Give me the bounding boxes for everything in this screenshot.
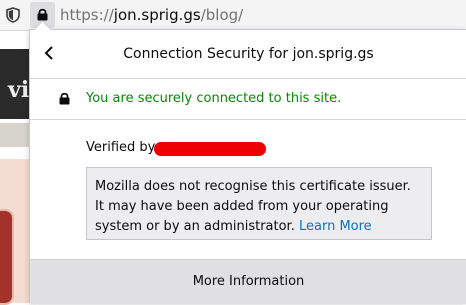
background-strip [0, 123, 30, 147]
url-host: jon.sprig.gs [113, 6, 201, 24]
url-path: /blog/ [200, 6, 244, 24]
panel-header: Connection Security for jon.sprig.gs [30, 30, 466, 78]
background-artwork [0, 209, 14, 305]
url-prefix: https:// [60, 6, 114, 24]
panel-title: Connection Security for jon.sprig.gs [123, 46, 374, 62]
url-bar[interactable]: https://jon.sprig.gs/blog/ [0, 0, 466, 31]
certificate-notice: Mozilla does not recognise this certific… [86, 167, 432, 240]
more-information-label: More Information [192, 274, 305, 289]
secure-connection-row: You are securely connected to this site. [30, 79, 466, 119]
url-text[interactable]: https://jon.sprig.gs/blog/ [60, 4, 243, 26]
secure-connection-message: You are securely connected to this site. [86, 91, 342, 106]
divider [30, 119, 466, 120]
verified-by-redaction [154, 142, 266, 156]
more-information-button[interactable]: More Information [30, 259, 466, 304]
background-banner-text: s vi [0, 77, 30, 103]
verified-by-label: Verified by: [86, 140, 159, 155]
learn-more-link[interactable]: Learn More [299, 219, 372, 234]
shield-icon[interactable] [6, 7, 20, 23]
lock-icon [59, 92, 70, 105]
lock-icon [37, 8, 48, 21]
connection-security-panel: Connection Security for jon.sprig.gs You… [29, 29, 466, 304]
